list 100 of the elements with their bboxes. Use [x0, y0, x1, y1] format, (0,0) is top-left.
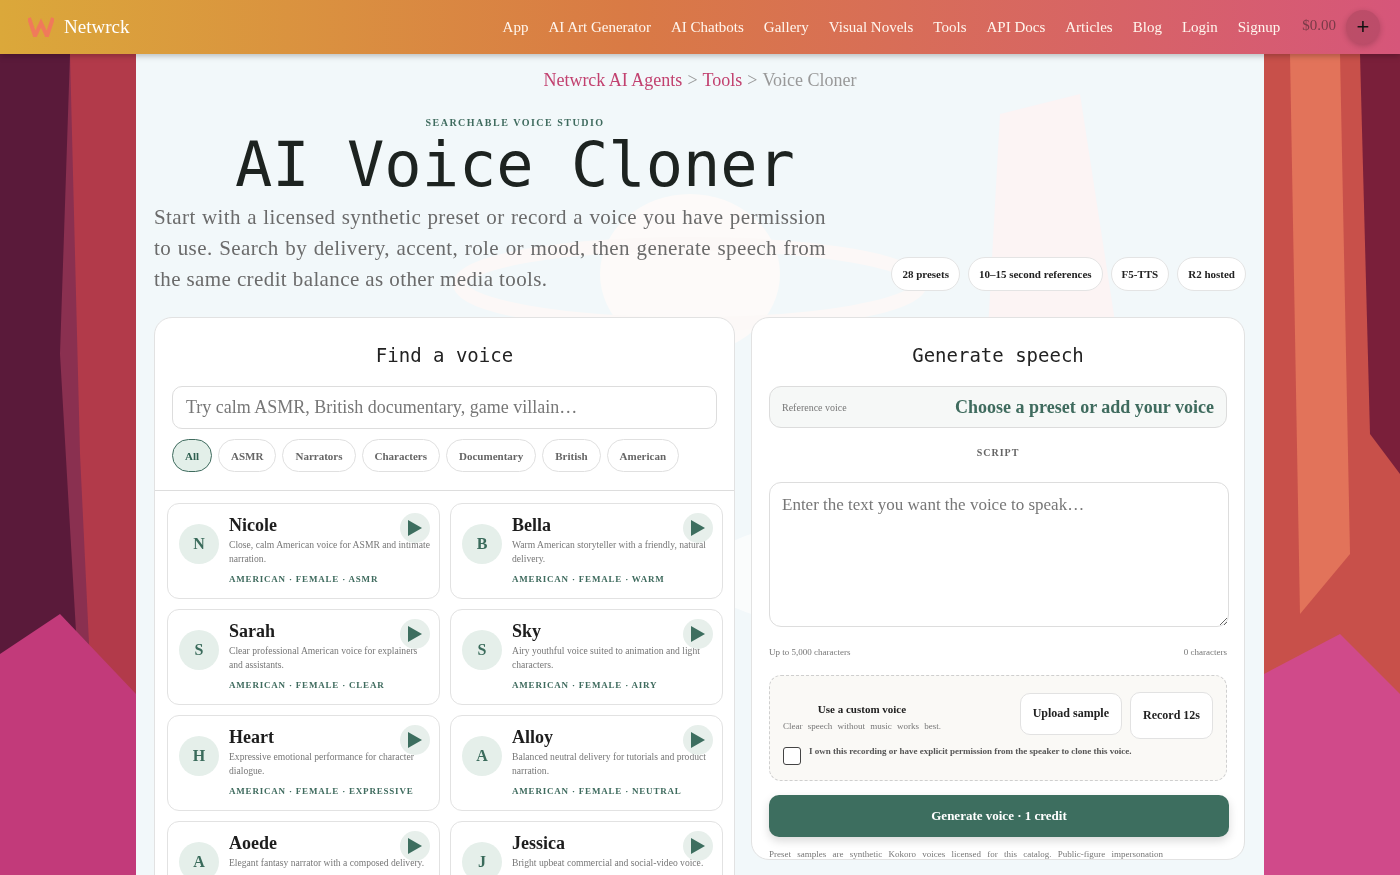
nav-link[interactable]: Tools [933, 18, 967, 36]
play-icon [408, 838, 422, 854]
voice-description: Warm American storyteller with a friendly, natural delivery. [512, 538, 707, 566]
play-icon [691, 626, 705, 642]
nav-link[interactable]: Visual Novels [828, 18, 914, 36]
voice-name: Sarah [229, 621, 275, 641]
feature-badge: F5-TTS [1110, 257, 1170, 291]
voice-card[interactable]: S Sarah Clear professional American voice for explainers and assistants. AMERICAN · FEMALE · CLEAR [167, 609, 440, 705]
voice-avatar: S [179, 630, 219, 670]
play-button[interactable] [400, 619, 430, 649]
feature-badge: 10–15 second references [967, 257, 1103, 291]
voice-card[interactable]: A Aoede Elegant fantasy narrator with a composed delivery. [167, 821, 440, 875]
voice-avatar: A [179, 842, 219, 875]
voice-name: Nicole [229, 515, 277, 535]
breadcrumb-current: Voice Cloner [762, 70, 857, 91]
filter-chip[interactable]: Documentary [446, 439, 537, 472]
play-button[interactable] [683, 513, 713, 543]
nav-link[interactable]: Gallery [763, 18, 809, 36]
breadcrumb-link[interactable]: Tools [702, 70, 743, 91]
voice-name: Alloy [512, 727, 553, 747]
voice-tags: AMERICAN · FEMALE · NEUTRAL [512, 786, 712, 796]
voice-tags: AMERICAN · FEMALE · WARM [512, 574, 712, 584]
voice-tags: AMERICAN · FEMALE · AIRY [512, 680, 712, 690]
voice-avatar: A [462, 736, 502, 776]
nav-link[interactable]: API Docs [986, 18, 1046, 36]
voice-name: Aoede [229, 833, 277, 853]
voice-card[interactable]: S Sky Airy youthful voice suited to animation and light characters. AMERICAN · FEMALE · AIRY [450, 609, 723, 705]
play-button[interactable] [683, 831, 713, 861]
breadcrumb-separator: > [747, 70, 758, 91]
voice-description: Clear professional American voice for explainers and assistants. [229, 644, 419, 672]
voice-tags: AMERICAN · FEMALE · ASMR [229, 574, 429, 584]
voice-avatar: J [462, 842, 502, 875]
filter-chip[interactable]: British [542, 439, 601, 472]
footnote-text: Preset samples are synthetic Kokoro voices licensed for this catalog. Public-figure impersonation [769, 849, 1164, 859]
search-field[interactable]: Try calm ASMR, British documentary, game villain… [172, 386, 717, 429]
play-button[interactable] [400, 725, 430, 755]
script-label: SCRIPT [975, 447, 1021, 458]
nav-link[interactable]: Articles [1065, 18, 1113, 36]
voice-description: Expressive emotional performance for character dialogue. [229, 750, 415, 778]
consent-checkbox[interactable] [783, 747, 801, 765]
play-button[interactable] [683, 725, 713, 755]
play-button[interactable] [400, 831, 430, 861]
voice-card[interactable]: B Bella Warm American storyteller with a friendly, natural delivery. AMERICAN · FEMALE · WARM [450, 503, 723, 599]
voice-card[interactable]: J Jessica Bright upbeat commercial and social-video voice. [450, 821, 723, 875]
voice-name: Jessica [512, 833, 565, 853]
play-icon [691, 520, 705, 536]
play-button[interactable] [400, 513, 430, 543]
nav-link[interactable]: AI Chatbots [670, 18, 744, 36]
panel-title: Generate speech [911, 344, 1085, 366]
script-field[interactable]: Enter the text you want the voice to speak… [769, 482, 1229, 627]
voice-avatar: N [179, 524, 219, 564]
nav-link[interactable]: Blog [1132, 18, 1162, 36]
voice-name: Sky [512, 621, 542, 641]
voice-card[interactable]: N Nicole Close, calm American voice for ASMR and intimate narration. AMERICAN · FEMALE · ASMR [167, 503, 440, 599]
feature-badge: 28 presets [891, 257, 960, 291]
play-icon [691, 732, 705, 748]
breadcrumb-separator: > [687, 70, 698, 91]
voice-description: Elegant fantasy narrator with a composed delivery. [229, 856, 426, 870]
breadcrumb-link[interactable]: Netwrck AI Agents [543, 70, 683, 91]
intro-text: Start with a licensed synthetic preset or record a voice you have permission to use. Search by delivery, accent, role or mood, then generate speech from the same credit balance as other media tools. [154, 204, 826, 293]
voice-description: Bright upbeat commercial and social-video voice. [512, 856, 705, 870]
filter-chip[interactable]: American [606, 439, 680, 472]
play-icon [408, 520, 422, 536]
eyebrow-text: SEARCHABLE VOICE STUDIO [424, 117, 606, 128]
add-button[interactable]: + [1346, 10, 1380, 44]
filter-chip[interactable]: ASMR [218, 439, 277, 472]
feature-badge: R2 hosted [1177, 257, 1246, 291]
page-title: AI Voice Cloner [234, 128, 796, 202]
character-count: 0 characters [1183, 647, 1227, 657]
balance-text: $0.00 [1302, 16, 1336, 34]
voice-name: Heart [229, 727, 274, 747]
consent-label: I own this recording or have explicit permission from the speaker to clone this voice. [809, 746, 1132, 756]
voice-card[interactable]: H Heart Expressive emotional performance for character dialogue. AMERICAN · FEMALE · EXPRESSIVE [167, 715, 440, 811]
upload-button[interactable]: Upload sample [1019, 692, 1122, 735]
logo-icon [28, 17, 54, 37]
voice-avatar: S [462, 630, 502, 670]
nav-link[interactable]: Signup [1237, 18, 1281, 36]
filter-chip[interactable]: All [172, 439, 213, 472]
record-button[interactable]: Record 12s [1130, 692, 1213, 739]
voice-description: Airy youthful voice suited to animation and light characters. [512, 644, 701, 672]
play-button[interactable] [683, 619, 713, 649]
voice-description: Balanced neutral delivery for tutorials and product narration. [512, 750, 707, 778]
voice-description: Close, calm American voice for ASMR and intimate narration. [229, 538, 431, 566]
generate-button[interactable]: Generate voice · 1 credit [769, 795, 1229, 837]
field-value: Choose a preset or add your voice [955, 396, 1214, 418]
reference-voice-field[interactable]: Reference voice Choose a preset or add your voice [769, 386, 1227, 428]
filter-chip[interactable]: Narrators [282, 439, 356, 472]
voice-avatar: H [179, 736, 219, 776]
field-label: Reference voice [782, 401, 847, 413]
panel-title: Find a voice [374, 344, 515, 366]
brand-name: Netwrck [64, 16, 130, 38]
voice-card[interactable]: A Alloy Balanced neutral delivery for tutorials and product narration. AMERICAN · FEMALE · NEUTRAL [450, 715, 723, 811]
voice-tags: AMERICAN · FEMALE · CLEAR [229, 680, 429, 690]
play-icon [408, 732, 422, 748]
voice-avatar: B [462, 524, 502, 564]
filter-chip[interactable]: Characters [361, 439, 441, 472]
nav-link[interactable]: Login [1181, 18, 1218, 36]
play-icon [691, 838, 705, 854]
custom-voice-hint: Clear speech without music works best. [783, 720, 941, 731]
voice-name: Bella [512, 515, 551, 535]
